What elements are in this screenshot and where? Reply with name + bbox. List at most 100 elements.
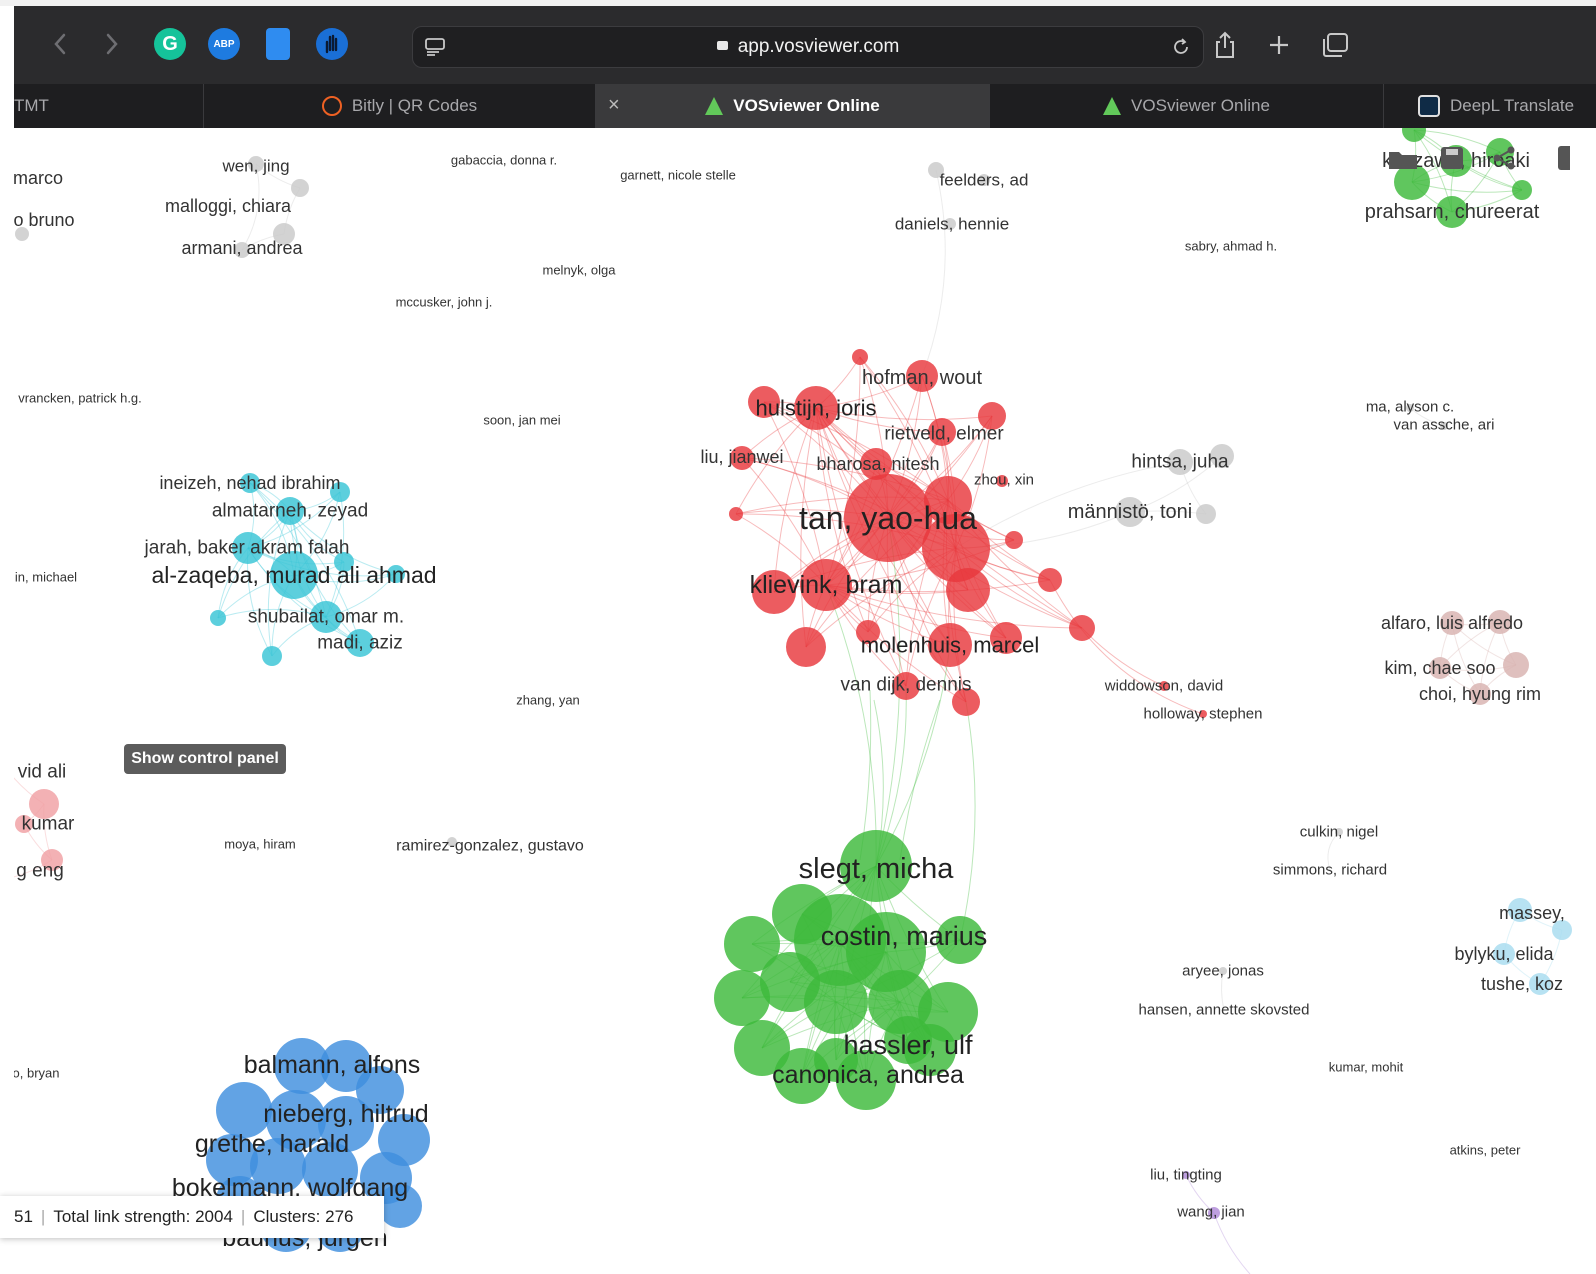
node-label[interactable]: kumar xyxy=(22,814,75,835)
node-label[interactable]: simmons, richard xyxy=(1273,862,1387,879)
url-text[interactable]: app.vosviewer.com xyxy=(413,27,1203,67)
network-node[interactable] xyxy=(1196,504,1216,524)
node-label[interactable]: ineizeh, nehad ibrahim xyxy=(159,473,340,493)
hand-icon[interactable] xyxy=(316,28,348,60)
node-label[interactable]: männistö, toni xyxy=(1068,501,1193,523)
node-label[interactable]: liu, tingting xyxy=(1150,1167,1222,1184)
network-node[interactable] xyxy=(291,179,309,197)
node-label[interactable]: sabry, ahmad h. xyxy=(1185,239,1277,254)
node-label[interactable]: choi, hyung rim xyxy=(1419,684,1541,704)
node-label[interactable]: hulstijn, joris xyxy=(755,396,876,421)
node-label[interactable]: culkin, nigel xyxy=(1300,824,1378,841)
node-label[interactable]: mccusker, john j. xyxy=(396,295,493,310)
network-node[interactable] xyxy=(1402,128,1426,142)
node-label[interactable]: canonica, andrea xyxy=(772,1061,964,1089)
reload-icon[interactable] xyxy=(1171,37,1191,57)
node-label[interactable]: bylyku, elida xyxy=(1454,944,1554,964)
node-label[interactable]: nieberg, hiltrud xyxy=(263,1100,428,1128)
node-label[interactable]: massey, xyxy=(1499,903,1565,923)
node-label[interactable]: molenhuis, marcel xyxy=(861,633,1040,658)
node-label[interactable]: widdowson, david xyxy=(1104,678,1223,695)
node-label[interactable]: atkins, peter xyxy=(1450,1143,1521,1158)
node-label[interactable]: daniels, hennie xyxy=(895,215,1009,234)
node-label[interactable]: tan, yao-hua xyxy=(799,500,977,536)
node-label[interactable]: ma, alyson c. xyxy=(1366,399,1454,416)
node-label[interactable]: ramirez-gonzalez, gustavo xyxy=(396,838,584,855)
share-button[interactable] xyxy=(1208,28,1242,62)
tab-overview-button[interactable] xyxy=(1318,28,1352,62)
node-label[interactable]: marco xyxy=(14,168,63,188)
node-label[interactable]: armani, andrea xyxy=(181,238,303,258)
network-node[interactable] xyxy=(852,349,868,365)
node-label[interactable]: hansen, annette skovsted xyxy=(1139,1002,1310,1019)
network-node[interactable] xyxy=(1512,180,1532,200)
node-label[interactable]: van assche, ari xyxy=(1394,417,1495,434)
node-label[interactable]: hintsa, juha xyxy=(1131,452,1229,473)
network-node[interactable] xyxy=(1503,652,1529,678)
node-label[interactable]: grethe, harald xyxy=(195,1130,349,1158)
node-label[interactable]: zhou, xin xyxy=(974,472,1034,489)
node-label[interactable]: jarah, baker akram falah xyxy=(144,538,350,559)
tab-vosviewer-active[interactable]: × VOSviewer Online xyxy=(596,84,990,128)
node-label[interactable]: prahsarn, chureerat xyxy=(1365,201,1540,223)
node-label[interactable]: zhang, yan xyxy=(516,693,580,708)
node-label[interactable]: malloggi, chiara xyxy=(165,196,292,216)
address-bar[interactable]: app.vosviewer.com xyxy=(412,26,1204,68)
node-label[interactable]: g eng xyxy=(16,861,64,882)
network-map[interactable]: marco o bruno wen, jing malloggi, chiara arm… xyxy=(14,128,1596,1274)
node-label[interactable]: van dijk, dennis xyxy=(841,675,972,696)
node-label[interactable]: shubailat, omar m. xyxy=(248,607,404,628)
node-label[interactable]: in, michael xyxy=(15,570,77,585)
network-node[interactable] xyxy=(210,610,226,626)
node-label[interactable]: feelders, ad xyxy=(940,171,1029,190)
save-icon[interactable] xyxy=(1440,146,1464,170)
network-node[interactable] xyxy=(1552,920,1572,940)
node-label[interactable]: hofman, wout xyxy=(862,367,983,389)
network-node[interactable] xyxy=(262,646,282,666)
network-node[interactable] xyxy=(1005,531,1023,549)
tab-vosviewer[interactable]: VOSviewer Online xyxy=(990,84,1384,128)
node-label[interactable]: al-zaqeba, murad ali ahmad xyxy=(151,562,436,588)
node-label[interactable]: madi, aziz xyxy=(317,633,403,654)
node-label[interactable]: alfaro, luis alfredo xyxy=(1381,613,1523,633)
network-canvas[interactable]: marco o bruno wen, jing malloggi, chiara arm… xyxy=(14,128,1596,1274)
node-label[interactable]: o bruno xyxy=(14,210,75,230)
show-control-panel-button[interactable]: Show control panel xyxy=(124,744,286,774)
node-label[interactable]: garnett, nicole stelle xyxy=(620,168,736,183)
node-label[interactable]: aryee, jonas xyxy=(1182,963,1264,980)
node-label[interactable]: moya, hiram xyxy=(224,837,296,852)
node-label[interactable]: slegt, micha xyxy=(799,853,955,885)
node-label[interactable]: vrancken, patrick h.g. xyxy=(18,391,142,406)
network-node[interactable] xyxy=(1069,615,1095,641)
adblock-plus-icon[interactable]: ABP xyxy=(208,28,240,60)
network-node[interactable] xyxy=(786,627,826,667)
forward-button[interactable] xyxy=(96,28,128,60)
node-label[interactable]: kumar, mohit xyxy=(1329,1060,1404,1075)
node-label[interactable]: melnyk, olga xyxy=(543,263,617,278)
node-label[interactable]: balmann, alfons xyxy=(244,1051,421,1079)
node-label[interactable]: costin, marius xyxy=(821,921,988,951)
node-label[interactable]: tushe, koz xyxy=(1481,974,1563,994)
grammarly-icon[interactable]: G xyxy=(154,28,186,60)
network-node[interactable] xyxy=(1038,568,1062,592)
network-node[interactable] xyxy=(946,568,990,612)
node-label[interactable]: almatarneh, zeyad xyxy=(212,501,368,522)
node-label[interactable]: vid ali xyxy=(18,762,67,783)
node-label[interactable]: gabaccia, donna r. xyxy=(451,153,557,168)
docs-icon[interactable] xyxy=(266,28,290,60)
tab-tmt[interactable]: TMT xyxy=(14,84,204,128)
new-tab-button[interactable] xyxy=(1262,28,1296,62)
fullscreen-icon[interactable] xyxy=(1558,146,1570,170)
node-label[interactable]: o, bryan xyxy=(14,1066,59,1081)
tab-bitly[interactable]: Bitly | QR Codes xyxy=(204,84,596,128)
node-label[interactable]: hassler, ulf xyxy=(843,1030,973,1060)
node-label[interactable]: holloway, stephen xyxy=(1144,706,1263,723)
node-label[interactable]: liu, jianwei xyxy=(700,447,783,467)
close-tab-icon[interactable]: × xyxy=(608,94,620,117)
node-label[interactable]: bharosa, nitesh xyxy=(816,454,939,474)
network-node[interactable] xyxy=(729,507,743,521)
back-button[interactable] xyxy=(44,28,76,60)
tab-deepl[interactable]: DeepL Translate xyxy=(1384,84,1596,128)
node-label[interactable]: kim, chae soo xyxy=(1384,658,1495,678)
node-label[interactable]: rietveld, elmer xyxy=(884,424,1004,445)
